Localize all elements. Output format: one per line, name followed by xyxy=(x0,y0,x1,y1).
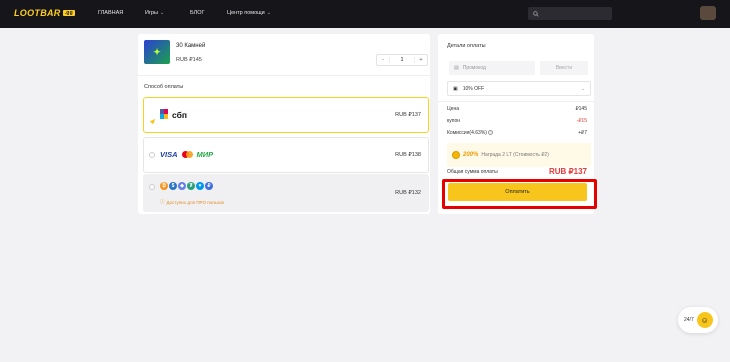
quantity-value[interactable]: 1 xyxy=(389,57,415,63)
coupon-row-value: -₽15 xyxy=(576,118,587,124)
nav-help-center[interactable]: Центр помощи ⌄ xyxy=(227,10,271,16)
coupon-row-label: купон xyxy=(447,118,460,124)
price-value: ₽145 xyxy=(575,106,587,112)
crypto-price: RUB ₽132 xyxy=(395,190,421,196)
payment-method-cards[interactable]: VISA МИР RUB ₽138 xyxy=(143,137,429,173)
bitcoin-icon: ₿ xyxy=(160,182,168,190)
payment-method-sbp[interactable]: сбп RUB ₽137 xyxy=(143,97,429,133)
pay-button-highlight xyxy=(442,179,597,209)
payment-method-title: Способ оплаты xyxy=(144,84,184,90)
usdc-icon: $ xyxy=(169,182,177,190)
decrement-button[interactable]: - xyxy=(377,57,389,63)
divider xyxy=(138,75,430,76)
nav-games[interactable]: Игры ⌄ xyxy=(145,10,164,16)
info-icon: ⓘ xyxy=(160,199,165,204)
crypto-note: ⓘ Доступно для ПРО пользов xyxy=(160,199,224,205)
chevron-down-icon: ⌄ xyxy=(159,10,165,16)
product-name: 30 Камней xyxy=(176,43,206,49)
search-icon xyxy=(533,10,539,17)
reward-banner: 200% Награда 2 LT (Стоимость ₽2) xyxy=(447,143,591,167)
sbp-logo-text: сбп xyxy=(172,109,187,120)
reward-percent: 200% xyxy=(463,152,479,158)
coupon-select[interactable]: ▣ 10% OFF ⌄ xyxy=(447,81,591,96)
search-input[interactable] xyxy=(528,7,612,20)
nav-home-label: ГЛАВНАЯ xyxy=(98,10,124,16)
cards-price: RUB ₽138 xyxy=(395,152,421,158)
lootbar-logo[interactable]: LOOTBAR .gg xyxy=(14,8,76,18)
crypto-coin-icon: ₽ xyxy=(205,182,213,190)
coupon-row: купон -₽15 xyxy=(447,118,587,124)
nav-games-label: Игры xyxy=(145,10,158,16)
ethereum-icon: ◆ xyxy=(178,182,186,190)
price-row: Цена ₽145 xyxy=(447,106,587,112)
increment-button[interactable]: + xyxy=(415,57,427,63)
quantity-stepper: - 1 + xyxy=(376,54,428,66)
mir-logo: МИР xyxy=(196,150,214,159)
payment-details-title: Детали оплаты xyxy=(447,43,486,49)
fee-label: Комиссия(4.63%) xyxy=(447,130,487,136)
promo-apply-button[interactable]: Ввести xyxy=(540,61,588,75)
card-logos: VISA МИР xyxy=(160,150,213,159)
visa-logo: VISA xyxy=(160,150,178,159)
top-navigation-bar: LOOTBAR .gg ГЛАВНАЯ Игры ⌄ БЛОГ Центр по… xyxy=(0,0,730,28)
fee-row: Комиссия(4.63%)? +₽7 xyxy=(447,130,587,136)
mastercard-icon xyxy=(181,151,193,158)
sbp-logo: сбп xyxy=(160,109,187,120)
support-icon: ☺ xyxy=(696,312,713,328)
radio-button[interactable] xyxy=(149,152,155,158)
fee-value: +₽7 xyxy=(578,130,587,136)
payment-method-crypto[interactable]: ₿ $ ◆ ₮ ▾ ₽ ⓘ Доступно для ПРО пользов R… xyxy=(143,174,429,212)
sbp-mark-icon xyxy=(160,109,170,120)
promo-code-input[interactable]: ▤ Промокод xyxy=(449,61,535,75)
price-label: Цена xyxy=(447,106,460,112)
ton-icon: ▾ xyxy=(196,182,204,190)
total-value: RUB ₽137 xyxy=(549,167,587,176)
crypto-logos: ₿ $ ◆ ₮ ▾ ₽ xyxy=(160,182,213,190)
coupon-icon: ▣ xyxy=(453,85,458,92)
reward-coin-icon xyxy=(452,151,460,159)
sbp-price: RUB ₽137 xyxy=(395,112,421,118)
product-price: RUB ₽145 xyxy=(176,57,202,63)
nav-home[interactable]: ГЛАВНАЯ xyxy=(98,10,123,16)
nav-blog[interactable]: БЛОГ xyxy=(190,10,204,16)
radio-button[interactable] xyxy=(149,184,155,190)
help-icon[interactable]: ? xyxy=(487,130,493,135)
support-label: 24/7 xyxy=(684,317,694,323)
divider xyxy=(438,101,594,102)
logo-text: LOOTBAR xyxy=(14,8,61,18)
chevron-down-icon: ⌄ xyxy=(580,85,585,92)
selected-indicator-icon xyxy=(149,112,156,125)
avatar[interactable] xyxy=(700,6,716,20)
chevron-down-icon: ⌄ xyxy=(266,10,271,16)
reward-text: Награда 2 LT (Стоимость ₽2) xyxy=(481,152,549,158)
tether-icon: ₮ xyxy=(187,182,195,190)
support-chat-button[interactable]: 24/7 ☺ xyxy=(678,307,718,333)
product-thumbnail: ✦ xyxy=(144,40,170,64)
coupon-label: 10% OFF xyxy=(462,85,485,92)
nav-blog-label: БЛОГ xyxy=(190,10,205,16)
total-label: Общая сумма оплаты xyxy=(447,169,498,175)
ticket-icon: ▤ xyxy=(454,65,459,71)
nav-help-label: Центр помощи xyxy=(227,10,265,16)
logo-tag: .gg xyxy=(62,10,76,16)
crypto-note-text: Доступно для ПРО пользов xyxy=(166,199,224,205)
promo-placeholder: Промокод xyxy=(462,65,486,71)
